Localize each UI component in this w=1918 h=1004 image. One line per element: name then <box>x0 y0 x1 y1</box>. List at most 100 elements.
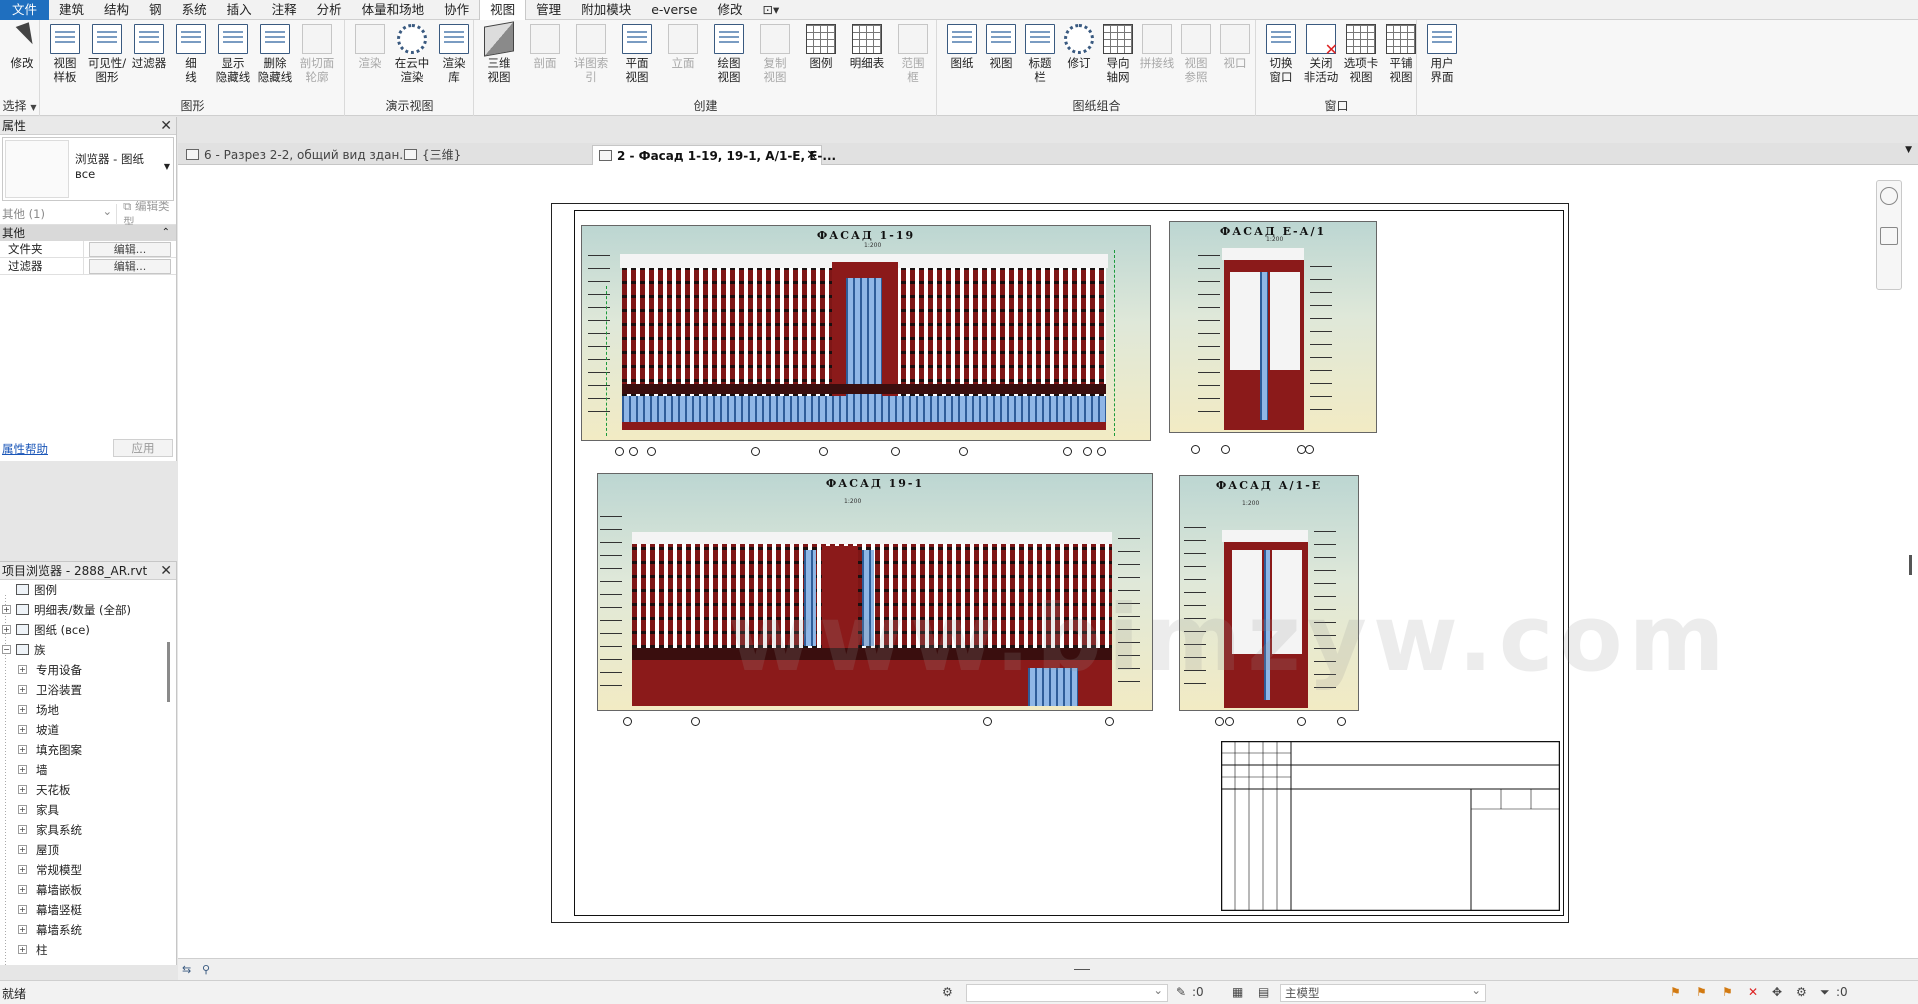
visibility-button[interactable]: 可见性/ 图形 <box>87 24 127 84</box>
viewport-facade-e-a1[interactable]: ФАСАД Е-А/1 1:200 <box>1169 221 1377 433</box>
select-by-face-icon[interactable]: ✕ <box>1748 985 1758 999</box>
modify-button[interactable]: 修改 <box>2 22 42 70</box>
viewport-facade-1-19[interactable]: ФАСАД 1-19 1:200 <box>581 225 1151 441</box>
expand-icon[interactable]: + <box>18 885 27 894</box>
callout-button[interactable]: 详图索引 <box>571 24 611 84</box>
expand-icon[interactable]: + <box>18 845 27 854</box>
expand-icon[interactable]: + <box>18 765 27 774</box>
browser-item[interactable]: + 场地 <box>0 700 176 720</box>
pin-icon[interactable]: ⚲ <box>202 963 216 976</box>
menu-item-14[interactable]: 修改 <box>708 0 753 20</box>
instance-selector[interactable]: 其他 (1) <box>0 201 118 224</box>
sheet-button[interactable]: 图纸 <box>942 24 982 70</box>
browser-item[interactable]: + 图纸 (всe) <box>0 620 176 640</box>
show-hidden-button[interactable]: 显示 隐藏线 <box>213 24 253 84</box>
matchline-button[interactable]: 拼接线 <box>1137 24 1177 70</box>
expand-icon[interactable]: + <box>18 725 27 734</box>
ribbon-toggle-icon[interactable]: ⊡▾ <box>753 0 790 20</box>
browser-item[interactable]: + 幕墙系统 <box>0 920 176 940</box>
menu-item-9[interactable]: 协作 <box>434 0 479 20</box>
title-block-button[interactable]: 标题 栏 <box>1020 24 1060 84</box>
expand-icon[interactable]: + <box>18 825 27 834</box>
menu-item-1[interactable]: 建筑 <box>49 0 94 20</box>
apply-button[interactable]: 应用 <box>113 439 173 457</box>
category-header[interactable]: 其他 ⌃ <box>0 225 176 241</box>
guide-grid-button[interactable]: 导向 轴网 <box>1098 24 1138 84</box>
collapse-icon[interactable]: − <box>2 645 11 654</box>
filter-edit-button[interactable]: 编辑... <box>89 258 171 274</box>
duplicate-view-button[interactable]: 复制 视图 <box>755 24 795 84</box>
remove-hidden-button[interactable]: 删除 隐藏线 <box>255 24 295 84</box>
revision-button[interactable]: 修订 <box>1059 24 1099 70</box>
schedule-button[interactable]: 明细表 <box>847 24 887 70</box>
drag-elements-icon[interactable]: ✥ <box>1772 985 1782 999</box>
browser-item[interactable]: + 专用设备 <box>0 660 176 680</box>
worksharing-icon[interactable]: ⚙ <box>942 985 953 999</box>
browser-item[interactable]: + 墙 <box>0 760 176 780</box>
browser-item[interactable]: + 常规模型 <box>0 860 176 880</box>
filter-button[interactable]: 过滤器 <box>129 24 169 70</box>
canvas-scroll-indicator[interactable] <box>1909 555 1912 575</box>
folder-edit-button[interactable]: 编辑... <box>89 241 171 257</box>
filter-icon[interactable]: ⏷ <box>1820 985 1830 1000</box>
drawing-canvas[interactable]: ФАСАД 1-19 1:200 ФАСАД Е-А/1 1:200 ФАСАД… <box>178 165 1918 958</box>
elevation-button[interactable]: 立面 <box>663 24 703 70</box>
tab-facade-sheet[interactable]: 2 - Фасад 1-19, 19-1, А/1-Е, Е-... ✕ <box>592 145 836 166</box>
select-links-icon[interactable]: ⚑ <box>1670 985 1681 999</box>
render-button[interactable]: 渲染 <box>350 24 390 70</box>
place-view-button[interactable]: 视图 <box>981 24 1021 70</box>
menu-item-10[interactable]: 视图 <box>479 0 527 20</box>
design-options-icon[interactable]: ▦ <box>1232 985 1243 999</box>
section-button[interactable]: 剖面 <box>525 24 565 70</box>
browser-item[interactable]: + 家具 <box>0 800 176 820</box>
tab-views-button[interactable]: 选项卡 视图 <box>1341 24 1381 84</box>
menu-item-3[interactable]: 钢 <box>139 0 172 20</box>
browser-item[interactable]: + 填充图案 <box>0 740 176 760</box>
browser-item[interactable]: + 坡道 <box>0 720 176 740</box>
view-reference-button[interactable]: 视图 参照 <box>1176 24 1216 84</box>
expand-icon[interactable]: + <box>18 745 27 754</box>
select-underlay-icon[interactable]: ⚑ <box>1696 985 1707 999</box>
menu-item-12[interactable]: 附加模块 <box>571 0 641 20</box>
browser-item[interactable]: + 卫浴装置 <box>0 680 176 700</box>
scope-box-button[interactable]: 范围 框 <box>893 24 933 84</box>
close-icon[interactable]: ✕ <box>160 562 172 580</box>
ribbon-group-label-select[interactable]: 选择 ▼ <box>0 97 39 114</box>
properties-help-link[interactable]: 属性帮助 <box>2 441 48 457</box>
legend-button[interactable]: 图例 <box>801 24 841 70</box>
menu-item-7[interactable]: 分析 <box>307 0 352 20</box>
expand-icon[interactable]: + <box>18 805 27 814</box>
browser-item[interactable]: 图例 <box>0 580 176 600</box>
menu-item-8[interactable]: 体量和场地 <box>352 0 435 20</box>
browser-item[interactable]: + 天花板 <box>0 780 176 800</box>
expand-icon[interactable]: + <box>18 945 27 954</box>
browser-item[interactable]: + 幕墙嵌板 <box>0 880 176 900</box>
close-inactive-button[interactable]: 关闭 非活动 <box>1301 24 1341 84</box>
view-template-button[interactable]: 视图 样板 <box>45 24 85 84</box>
zoom-icon[interactable] <box>1880 227 1898 245</box>
browser-item[interactable]: − 族 <box>0 640 176 660</box>
expand-icon[interactable]: + <box>18 865 27 874</box>
expand-icon[interactable]: + <box>18 705 27 714</box>
menu-item-2[interactable]: 结构 <box>94 0 139 20</box>
menu-item-6[interactable]: 注释 <box>262 0 307 20</box>
expand-icon[interactable]: + <box>2 625 11 634</box>
workset-selector[interactable] <box>966 982 1168 1002</box>
expand-icon[interactable]: + <box>18 905 27 914</box>
menu-item-4[interactable]: 系统 <box>172 0 217 20</box>
menu-item-11[interactable]: 管理 <box>526 0 571 20</box>
tile-views-button[interactable]: 平铺 视图 <box>1381 24 1421 84</box>
expand-icon[interactable]: + <box>2 605 11 614</box>
3d-view-button[interactable]: 三维 视图 <box>479 21 519 84</box>
switch-window-button[interactable]: 切换 窗口 <box>1261 24 1301 84</box>
workset-icon[interactable]: ⇆ <box>182 963 196 976</box>
tab-section-2-2[interactable]: 6 - Разрез 2-2, общий вид здан... <box>180 145 411 165</box>
background-process-icon[interactable]: ⚙ <box>1796 985 1807 999</box>
browser-item[interactable]: + 幕墙竖梃 <box>0 900 176 920</box>
close-tab-icon[interactable]: ✕ <box>806 146 817 166</box>
editable-only-icon[interactable]: ✎ <box>1176 985 1186 999</box>
browser-item[interactable]: + 柱 <box>0 940 176 960</box>
expand-icon[interactable]: + <box>18 925 27 934</box>
panel-grip[interactable] <box>1074 969 1090 970</box>
user-interface-button[interactable]: 用户 界面 <box>1422 24 1462 84</box>
